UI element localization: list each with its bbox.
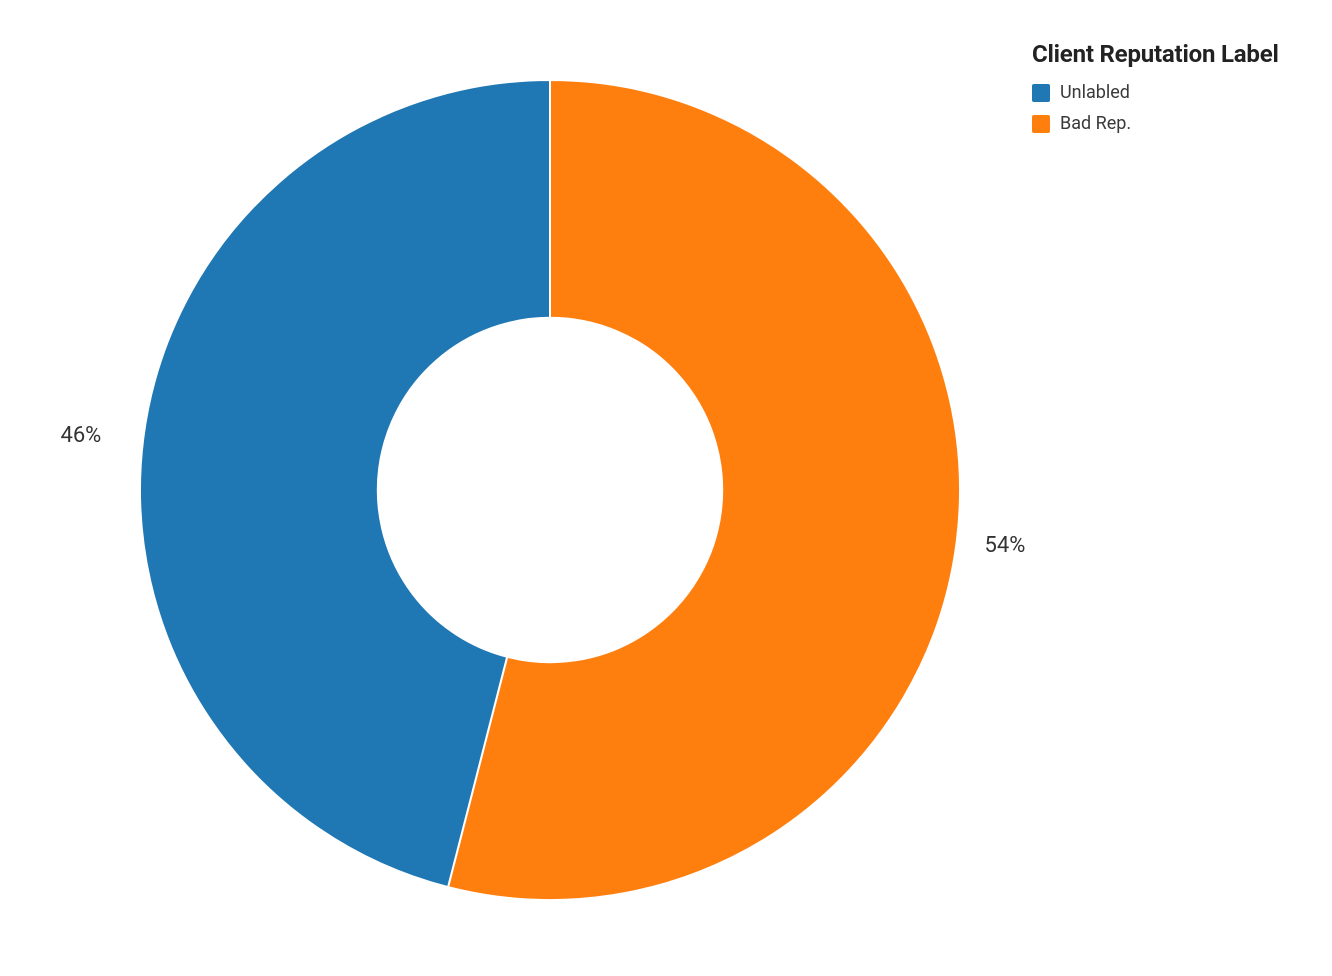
chart-legend: Client Reputation Label Unlabled Bad Rep…: [1032, 40, 1292, 144]
legend-item: Unlabled: [1032, 82, 1292, 103]
donut-svg: [140, 80, 960, 900]
donut-chart: Client Reputation Label Unlabled Bad Rep…: [0, 0, 1332, 976]
legend-label: Unlabled: [1060, 82, 1130, 103]
legend-swatch: [1032, 115, 1050, 133]
slice-label-unlabled: 46%: [60, 423, 101, 448]
legend-swatch: [1032, 84, 1050, 102]
legend-title: Client Reputation Label: [1032, 40, 1292, 68]
legend-item: Bad Rep.: [1032, 113, 1292, 134]
donut-plot-area: [140, 80, 960, 900]
slice-label-bad-rep: 54%: [985, 533, 1026, 558]
legend-label: Bad Rep.: [1060, 113, 1131, 134]
